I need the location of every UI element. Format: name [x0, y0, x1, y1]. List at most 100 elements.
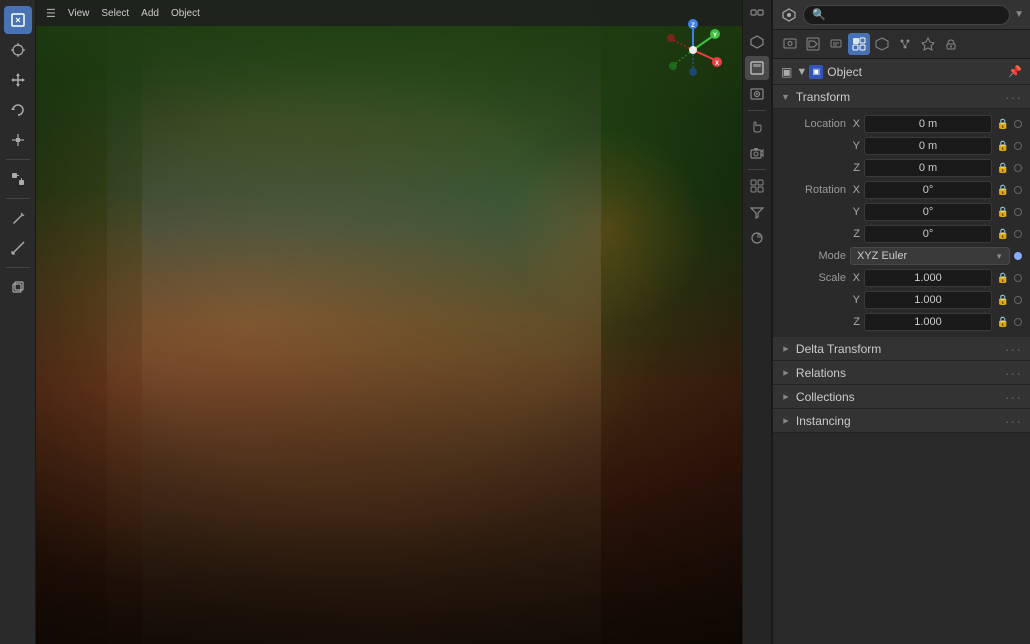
location-y-lock[interactable]: 🔒: [996, 139, 1010, 153]
scene-overlay: [36, 0, 742, 644]
rotation-x-dot[interactable]: [1014, 186, 1022, 194]
transform-button[interactable]: [4, 165, 32, 193]
rotation-x-lock[interactable]: 🔒: [996, 183, 1010, 197]
transform-options[interactable]: ···: [1005, 89, 1022, 105]
scale-z-lock[interactable]: 🔒: [996, 315, 1010, 329]
scale-y-dot[interactable]: [1014, 296, 1022, 304]
physics-tab[interactable]: [917, 33, 939, 55]
modifier-tab[interactable]: [871, 33, 893, 55]
collections-section[interactable]: ▼ Collections ···: [773, 385, 1030, 409]
rotation-z-lock[interactable]: 🔒: [996, 227, 1010, 241]
properties-header: 🔍 ▼: [773, 0, 1030, 30]
right-panel: 🔍 ▼: [772, 0, 1030, 644]
scale-x-dot[interactable]: [1014, 274, 1022, 282]
rotation-z-input[interactable]: 0°: [864, 225, 992, 243]
rotation-y-row: Y 0° 🔒: [773, 201, 1030, 223]
mode-label: Mode: [781, 250, 846, 262]
properties-dropdown[interactable]: ▼: [1014, 9, 1024, 20]
object-expand-arrow[interactable]: ▼: [796, 66, 807, 78]
location-z-lock[interactable]: 🔒: [996, 161, 1010, 175]
grid-button[interactable]: [745, 174, 769, 198]
select-box-button[interactable]: [4, 6, 32, 34]
location-x-dot[interactable]: [1014, 120, 1022, 128]
hand-button[interactable]: [745, 115, 769, 139]
mode-row: Mode XYZ Euler ▼: [773, 245, 1030, 267]
relations-section[interactable]: ▼ Relations ···: [773, 361, 1030, 385]
properties-button[interactable]: [745, 30, 769, 54]
filter-button[interactable]: [745, 200, 769, 224]
viewport-gizmo[interactable]: Z Y X: [661, 18, 726, 83]
rotation-y-input[interactable]: 0°: [864, 203, 992, 221]
location-y-input[interactable]: 0 m: [864, 137, 992, 155]
rotation-x-input[interactable]: 0°: [864, 181, 992, 199]
location-y-dot[interactable]: [1014, 142, 1022, 150]
scale-z-row: Z 1.000 🔒: [773, 311, 1030, 333]
rotation-label: Rotation: [781, 184, 846, 196]
object-properties-tab[interactable]: [848, 33, 870, 55]
scale-y-axis: Y: [850, 294, 860, 306]
scale-z-dot[interactable]: [1014, 318, 1022, 326]
location-z-axis: Z: [850, 162, 860, 174]
location-x-input[interactable]: 0 m: [864, 115, 992, 133]
viewport-select-menu[interactable]: Select: [97, 6, 133, 21]
delta-transform-title: Delta Transform: [796, 342, 881, 356]
add-cube-button[interactable]: [4, 273, 32, 301]
scene-button[interactable]: [745, 56, 769, 80]
scale-button[interactable]: [4, 126, 32, 154]
delta-transform-section[interactable]: ▼ Delta Transform ···: [773, 337, 1030, 361]
location-x-lock[interactable]: 🔒: [996, 117, 1010, 131]
object-check-icon: ▣: [781, 65, 792, 79]
location-z-input[interactable]: 0 m: [864, 159, 992, 177]
move-button[interactable]: [4, 66, 32, 94]
instancing-title: Instancing: [796, 414, 851, 428]
rotation-z-axis: Z: [850, 228, 860, 240]
scale-x-lock[interactable]: 🔒: [996, 271, 1010, 285]
rotation-y-dot[interactable]: [1014, 208, 1022, 216]
rotate-button[interactable]: [4, 96, 32, 124]
output-tab[interactable]: [802, 33, 824, 55]
rotation-z-dot[interactable]: [1014, 230, 1022, 238]
camera-button[interactable]: [745, 141, 769, 165]
instancing-arrow: ▼: [780, 416, 790, 425]
viewport-add-menu[interactable]: Add: [137, 6, 163, 21]
delta-options[interactable]: ···: [1005, 341, 1022, 357]
object-constraints-tab[interactable]: [940, 33, 962, 55]
relations-options[interactable]: ···: [1005, 365, 1022, 381]
collections-options[interactable]: ···: [1005, 389, 1022, 405]
transform-section-header[interactable]: ▼ Transform ···: [773, 85, 1030, 109]
instancing-options[interactable]: ···: [1005, 413, 1022, 429]
instancing-section[interactable]: ▼ Instancing ···: [773, 409, 1030, 433]
scale-z-input[interactable]: 1.000: [864, 313, 992, 331]
annotate-button[interactable]: [4, 204, 32, 232]
mode-select[interactable]: XYZ Euler ▼: [850, 247, 1010, 265]
left-toolbar: [0, 0, 36, 644]
object-pin-icon[interactable]: 📌: [1008, 65, 1022, 78]
viewport-view-button[interactable]: View: [64, 6, 94, 21]
location-label: Location: [781, 118, 846, 130]
outliner-button[interactable]: [745, 4, 769, 28]
svg-text:Y: Y: [713, 33, 717, 39]
viewport[interactable]: ☰ View Select Add Object Z Y X: [36, 0, 742, 644]
shading-button[interactable]: [745, 226, 769, 250]
render-button[interactable]: [745, 82, 769, 106]
scale-x-input[interactable]: 1.000: [864, 269, 992, 287]
properties-search[interactable]: 🔍: [803, 5, 1010, 25]
object-header: ▣ ▼ ▣ Object 📌: [773, 59, 1030, 85]
measure-button[interactable]: [4, 234, 32, 262]
particles-tab[interactable]: [894, 33, 916, 55]
viewport-menu-button[interactable]: ☰: [42, 5, 60, 22]
view-layer-tab[interactable]: [825, 33, 847, 55]
location-z-row: Z 0 m 🔒: [773, 157, 1030, 179]
viewport-object-menu[interactable]: Object: [167, 6, 204, 21]
cursor-button[interactable]: [4, 36, 32, 64]
rotation-y-lock[interactable]: 🔒: [996, 205, 1010, 219]
divider-2: [6, 198, 30, 199]
rotation-y-axis: Y: [850, 206, 860, 218]
render-tab[interactable]: [779, 33, 801, 55]
mode-dot[interactable]: [1014, 252, 1022, 260]
scale-y-input[interactable]: 1.000: [864, 291, 992, 309]
scale-y-lock[interactable]: 🔒: [996, 293, 1010, 307]
rotation-x-row: Rotation X 0° 🔒: [773, 179, 1030, 201]
location-z-dot[interactable]: [1014, 164, 1022, 172]
relations-arrow: ▼: [780, 368, 790, 377]
